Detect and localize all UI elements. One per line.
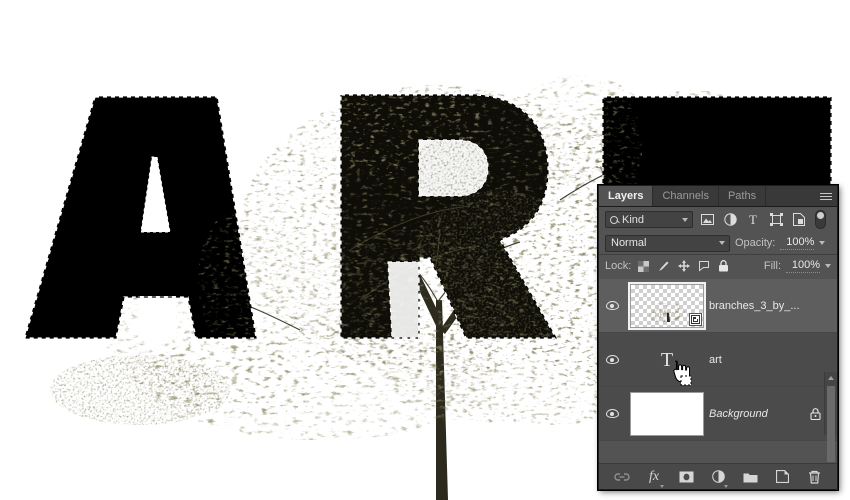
- layer-thumbnail[interactable]: [630, 391, 704, 436]
- filter-smart-objects[interactable]: [790, 211, 808, 229]
- layer-thumbnail-cell[interactable]: [625, 391, 709, 436]
- new-adjustment-layer-button[interactable]: [709, 468, 728, 488]
- new-layer-button[interactable]: [773, 468, 791, 486]
- table-row[interactable]: Background: [599, 387, 837, 441]
- scroll-up-button[interactable]: [828, 372, 834, 384]
- filter-enable-toggle[interactable]: [815, 210, 826, 229]
- layer-thumbnail-cell[interactable]: [625, 281, 709, 330]
- blend-mode-value: Normal: [611, 237, 647, 249]
- panel-menu-button[interactable]: [815, 186, 837, 206]
- scrollbar-thumb[interactable]: [827, 386, 835, 462]
- blend-mode-select[interactable]: Normal: [605, 234, 730, 252]
- filter-type-layers[interactable]: T: [744, 211, 762, 229]
- caret-icon: [660, 484, 664, 488]
- layer-name[interactable]: Background: [709, 408, 807, 420]
- layer-style-button[interactable]: fx: [645, 468, 664, 488]
- filter-kind-select[interactable]: Kind: [605, 211, 693, 228]
- link-layers-button[interactable]: [613, 468, 631, 486]
- search-icon: [610, 215, 618, 224]
- filter-kind-label: Kind: [622, 213, 645, 226]
- layer-name[interactable]: art: [709, 354, 823, 366]
- layer-filter-row[interactable]: Kind T: [599, 207, 837, 232]
- filter-pixel-layers[interactable]: [698, 211, 716, 229]
- layer-name[interactable]: branches_3_by_...: [709, 300, 823, 312]
- eye-icon: [605, 409, 619, 418]
- layer-visibility-toggle[interactable]: [599, 409, 625, 418]
- layer-visibility-toggle[interactable]: [599, 301, 625, 310]
- layers-list[interactable]: branches_3_by_... T art Background: [599, 279, 837, 462]
- add-layer-mask-button[interactable]: [677, 468, 695, 486]
- clipping-link-badge: [689, 312, 702, 326]
- chevron-down-icon: [682, 217, 688, 222]
- tab-layers[interactable]: Layers: [599, 186, 654, 206]
- layers-panel[interactable]: Layers Channels Paths Kind T Normal Opac…: [598, 185, 838, 490]
- fill-label: Fill:: [763, 260, 781, 272]
- filter-shape-layers[interactable]: [767, 211, 785, 229]
- scrollbar-track[interactable]: [825, 384, 837, 462]
- text-layer-t-icon: T: [660, 348, 674, 371]
- caret-icon: [724, 484, 728, 488]
- filter-adjustment-layers[interactable]: [721, 211, 739, 229]
- eye-icon: [605, 355, 619, 364]
- delete-layer-button[interactable]: [805, 468, 823, 486]
- lock-all[interactable]: [716, 259, 731, 274]
- chevron-down-icon: [719, 241, 725, 245]
- lock-label: Lock:: [605, 260, 632, 272]
- layer-locked-indicator[interactable]: [807, 407, 823, 420]
- tab-channels[interactable]: Channels: [653, 186, 719, 206]
- lock-image-pixels[interactable]: [656, 259, 671, 274]
- opacity-label: Opacity:: [735, 237, 776, 249]
- tab-paths[interactable]: Paths: [718, 186, 767, 206]
- eye-icon: [605, 301, 619, 310]
- panel-tabstrip[interactable]: Layers Channels Paths: [599, 186, 837, 207]
- lock-position[interactable]: [676, 259, 691, 274]
- layer-thumbnail[interactable]: [628, 281, 706, 330]
- opacity-input[interactable]: 100%: [780, 236, 815, 250]
- chevron-up-icon: [828, 376, 834, 380]
- fill-chevron-down-icon[interactable]: [825, 264, 831, 268]
- table-row[interactable]: T art: [599, 333, 837, 387]
- new-group-button[interactable]: [741, 468, 759, 486]
- hamburger-menu-icon: [820, 191, 832, 202]
- layer-thumbnail-cell[interactable]: T: [625, 348, 709, 385]
- lock-row[interactable]: Lock: Fill: 100%: [599, 255, 837, 277]
- lock-artboard-nesting[interactable]: [696, 259, 711, 274]
- blend-mode-row[interactable]: Normal Opacity: 100%: [599, 232, 837, 254]
- lock-transparent-pixels[interactable]: [636, 259, 651, 274]
- table-row[interactable]: branches_3_by_...: [599, 279, 837, 333]
- layer-visibility-toggle[interactable]: [599, 355, 625, 364]
- layers-panel-footer[interactable]: fx: [599, 463, 837, 489]
- fill-input[interactable]: 100%: [786, 259, 820, 273]
- mouse-cursor-icon: [673, 359, 692, 385]
- layers-scrollbar[interactable]: [824, 372, 837, 462]
- tabstrip-filler: [766, 186, 815, 206]
- opacity-chevron-down-icon[interactable]: [819, 241, 826, 245]
